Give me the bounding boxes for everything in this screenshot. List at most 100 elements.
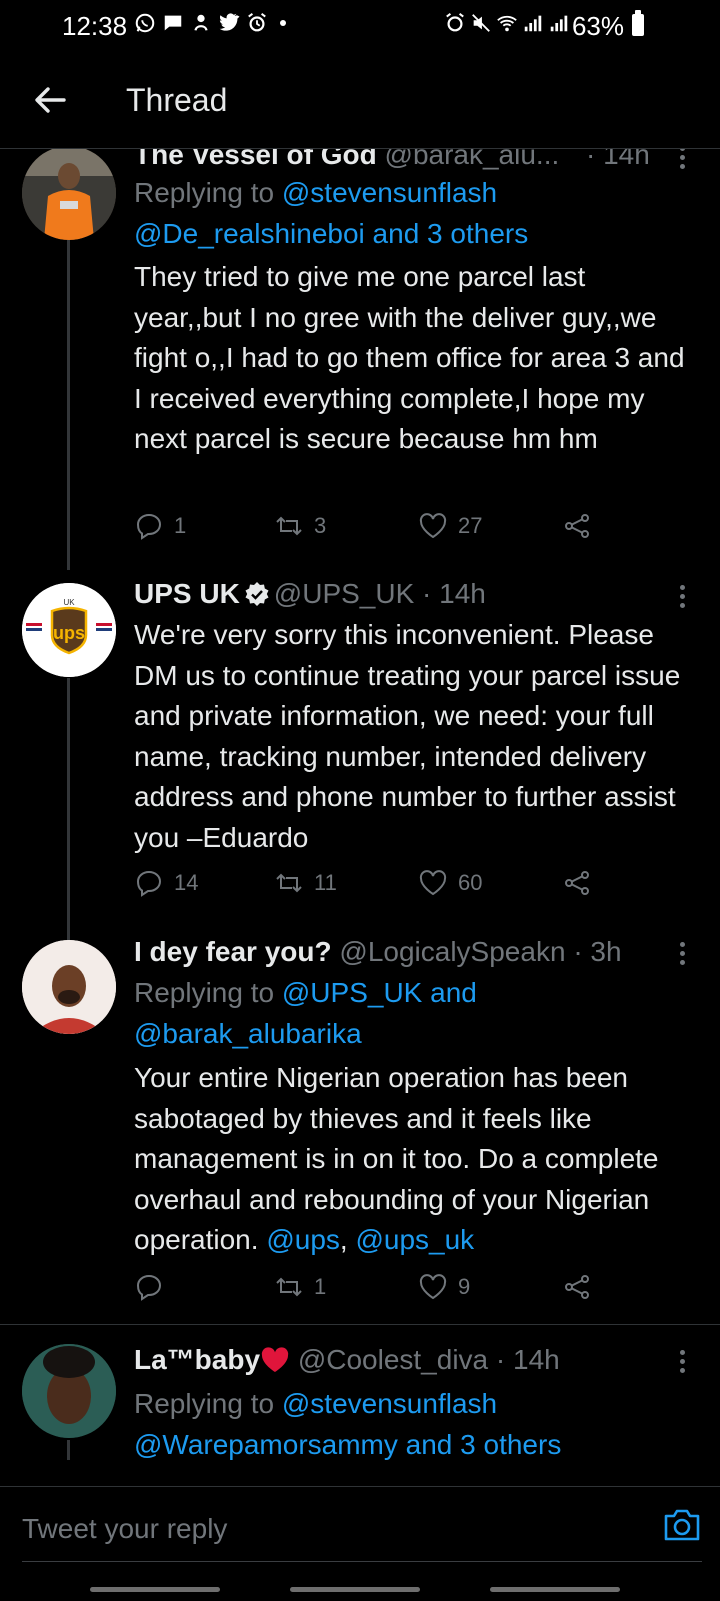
retweet-icon <box>276 873 302 893</box>
avatar[interactable] <box>22 1344 116 1438</box>
replying-prefix: Replying to <box>134 977 275 1008</box>
like-count: 27 <box>458 513 483 538</box>
share-button[interactable] <box>562 1272 592 1302</box>
mute-icon <box>472 14 490 32</box>
like-count: 60 <box>458 870 483 895</box>
heart-icon <box>419 1274 447 1300</box>
mention-link[interactable]: @Warepamorsammy and 3 others <box>134 1429 561 1460</box>
replying-prefix: Replying to <box>134 177 275 208</box>
retweet-button[interactable]: 1 <box>274 1272 326 1302</box>
battery-icon <box>632 10 644 36</box>
alarm-icon <box>248 13 266 32</box>
like-button[interactable]: 60 <box>418 868 482 898</box>
back-arrow-icon[interactable] <box>30 80 70 120</box>
share-button[interactable] <box>562 868 592 898</box>
user-handle[interactable]: @Coolest_diva <box>298 1344 488 1375</box>
mention-link[interactable]: @De_realshineboi and 3 others <box>134 218 528 249</box>
wifi-icon <box>497 15 517 32</box>
tweet-actions: 1 9 <box>134 1272 614 1306</box>
svg-text:ups: ups <box>53 623 85 643</box>
reply-button[interactable]: 1 <box>134 511 186 541</box>
more-options-icon[interactable] <box>678 1350 686 1378</box>
avatar[interactable] <box>22 940 116 1034</box>
whatsapp-icon <box>135 13 155 33</box>
retweet-count: 11 <box>314 870 337 895</box>
notification-icons <box>134 12 286 34</box>
alarm-set-icon <box>446 13 464 32</box>
camera-icon[interactable] <box>662 1507 702 1543</box>
share-button[interactable] <box>562 511 592 541</box>
system-icons <box>444 12 570 34</box>
user-handle[interactable]: @barak_alu... <box>385 149 560 170</box>
nav-home[interactable] <box>290 1587 420 1592</box>
tweet-text: They tried to give me one parcel last ye… <box>134 261 685 454</box>
top-bar: Thread <box>0 52 720 149</box>
replying-to: Replying to @stevensunflash @Warepamorsa… <box>134 1383 694 1465</box>
tweet-text: We're very sorry this inconvenient. Plea… <box>134 619 681 853</box>
thread-feed[interactable]: The Vessel of God @barak_alu... · 14h Re… <box>0 149 720 1485</box>
reply-count: 14 <box>174 870 199 895</box>
tweet-time: · 14h <box>495 1344 560 1375</box>
avatar-photo-icon <box>22 149 116 240</box>
mention-separator: , <box>339 1224 348 1255</box>
twitter-icon <box>219 13 240 31</box>
signal-2-icon <box>550 15 568 32</box>
more-options-icon[interactable] <box>678 149 686 174</box>
display-name[interactable]: I dey fear you? <box>134 936 332 967</box>
tweet-time: · 14h <box>422 578 486 609</box>
more-notifications-dot-icon <box>280 20 286 26</box>
nav-recent-apps[interactable] <box>90 1587 220 1592</box>
nav-back[interactable] <box>490 1587 620 1592</box>
retweet-button[interactable]: 3 <box>274 511 326 541</box>
mention-link[interactable]: @ups_uk <box>355 1224 474 1255</box>
mention-link[interactable]: @stevensunflash <box>282 1388 497 1419</box>
reply-composer: Tweet your reply <box>0 1486 720 1601</box>
message-icon <box>164 15 182 31</box>
like-button[interactable]: 9 <box>418 1272 470 1302</box>
mention-link[interactable]: @barak_alubarika <box>134 1018 362 1049</box>
reply-button[interactable]: 14 <box>134 868 198 898</box>
like-count: 9 <box>458 1274 471 1299</box>
tweet-actions: 14 11 60 <box>134 868 614 902</box>
like-button[interactable]: 27 <box>418 511 482 541</box>
retweet-count: 3 <box>314 513 327 538</box>
user-handle[interactable]: @LogicalySpeakn <box>339 936 565 967</box>
user-handle[interactable]: @UPS_UK <box>274 578 414 609</box>
more-options-icon[interactable] <box>678 942 686 970</box>
replying-to: Replying to @stevensunflash @De_realshin… <box>134 172 694 254</box>
reply-button[interactable] <box>134 1272 174 1302</box>
retweet-count: 1 <box>314 1274 327 1299</box>
avatar[interactable] <box>22 149 116 240</box>
page-title: Thread <box>126 82 228 118</box>
thread-line <box>67 240 70 570</box>
reply-icon <box>136 870 162 897</box>
reply-input[interactable]: Tweet your reply <box>22 1487 702 1562</box>
tweet-time: · 14h <box>586 149 650 170</box>
app-notification-icon <box>194 14 208 31</box>
tweet-time: · 3h <box>573 936 622 967</box>
status-bar: 12:38 63% <box>0 0 720 52</box>
replying-prefix: Replying to <box>134 1388 275 1419</box>
avatar[interactable]: UK ups <box>22 583 116 677</box>
tweet-text: Your entire Nigerian operation has been … <box>134 1058 694 1261</box>
mention-link[interactable]: @UPS_UK and <box>282 977 477 1008</box>
tweet-header: UPS UK @UPS_UK · 14h <box>134 578 486 610</box>
share-icon <box>565 1275 589 1299</box>
reply-icon <box>136 513 162 540</box>
status-time: 12:38 <box>62 11 128 41</box>
replying-to: Replying to @UPS_UK and @barak_alubarika <box>134 972 694 1054</box>
reply-icon <box>136 1274 162 1301</box>
display-name[interactable]: The Vessel of God <box>134 149 377 170</box>
battery-percent: 63% <box>571 11 624 41</box>
mention-link[interactable]: @ups <box>266 1224 340 1255</box>
display-name[interactable]: UPS UK <box>134 578 240 609</box>
display-name[interactable]: La™baby <box>134 1344 260 1375</box>
thread-line <box>67 1440 70 1460</box>
mention-link[interactable]: @stevensunflash <box>282 177 497 208</box>
retweet-button[interactable]: 11 <box>274 868 337 898</box>
more-options-icon[interactable] <box>678 585 686 613</box>
tweet-actions: 1 3 27 <box>134 511 614 545</box>
tweet-header: La™baby @Coolest_diva · 14h <box>134 1344 560 1376</box>
share-icon <box>565 514 589 538</box>
avatar-photo-icon <box>22 940 116 1034</box>
